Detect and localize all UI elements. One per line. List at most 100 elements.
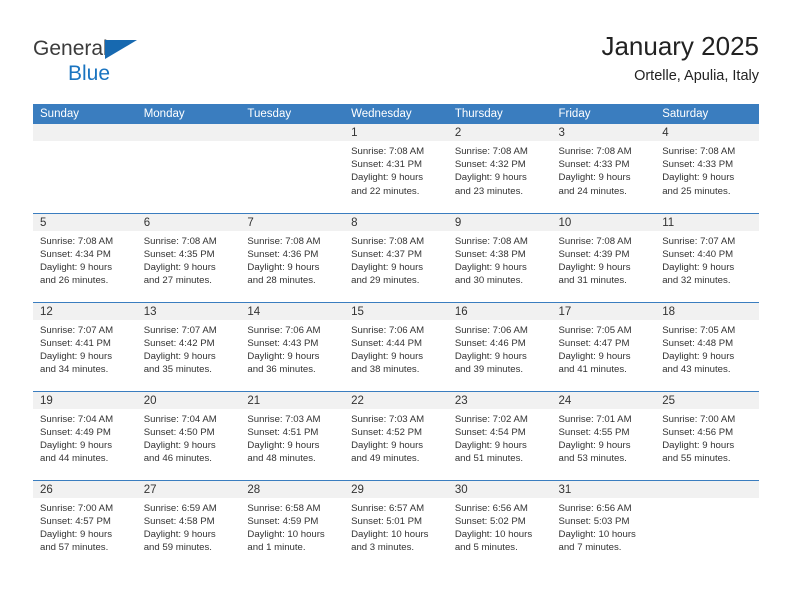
day-number: 22 <box>344 391 448 409</box>
page-subtitle: Ortelle, Apulia, Italy <box>634 68 759 84</box>
calendar-day-cell[interactable]: 16 Sunrise: 7:06 AM Sunset: 4:46 PM Dayligh… <box>447 301 552 391</box>
day-number <box>655 480 759 498</box>
daylight-text-line2: and 46 minutes. <box>143 453 212 465</box>
day-number: 25 <box>655 391 759 409</box>
day-number: 15 <box>344 302 448 320</box>
logo-word-blue: Blue <box>68 62 111 85</box>
day-number: 17 <box>551 302 656 320</box>
daylight-text-line2: and 59 minutes. <box>143 542 212 554</box>
calendar-day-cell[interactable]: 20 Sunrise: 7:04 AM Sunset: 4:50 PM Dayligh… <box>136 390 241 480</box>
calendar-day-cell[interactable]: 21 Sunrise: 7:03 AM Sunset: 4:51 PM Dayligh… <box>240 390 345 480</box>
calendar-day-cell[interactable]: 8 Sunrise: 7:08 AM Sunset: 4:37 PM Daylight… <box>344 212 448 302</box>
sunset-text: Sunset: 4:49 PM <box>40 426 111 438</box>
calendar-day-cell[interactable]: 12 Sunrise: 7:07 AM Sunset: 4:41 PM Dayligh… <box>33 301 137 391</box>
sunrise-text: Sunrise: 7:08 AM <box>558 235 632 247</box>
daylight-text-line2: and 25 minutes. <box>662 185 731 197</box>
sunrise-text: Sunrise: 7:08 AM <box>558 146 632 157</box>
day-number: 27 <box>136 480 241 498</box>
calendar-day-cell[interactable]: 4 Sunrise: 7:08 AM Sunset: 4:33 PM Daylight… <box>655 124 759 213</box>
sunrise-text: Sunrise: 7:07 AM <box>662 235 736 247</box>
day-details: Sunrise: 7:03 AM Sunset: 4:52 PM Daylight:… <box>344 409 448 466</box>
calendar-day-cell[interactable]: 18 Sunrise: 7:05 AM Sunset: 4:48 PM Dayligh… <box>655 301 759 391</box>
calendar-day-cell[interactable]: 22 Sunrise: 7:03 AM Sunset: 4:52 PM Dayligh… <box>344 390 448 480</box>
day-details: Sunrise: 6:56 AM Sunset: 5:02 PM Daylight:… <box>448 498 552 555</box>
daylight-text-line2: and 28 minutes. <box>247 275 316 287</box>
daylight-text-line1: Daylight: 9 hours <box>351 261 424 273</box>
daylight-text-line1: Daylight: 9 hours <box>662 350 735 362</box>
calendar-day-cell[interactable]: 25 Sunrise: 7:00 AM Sunset: 4:56 PM Dayligh… <box>655 390 759 480</box>
sunrise-text: Sunrise: 7:08 AM <box>662 146 736 157</box>
sunrise-text: Sunrise: 7:06 AM <box>351 324 425 336</box>
daylight-text-line2: and 36 minutes. <box>247 364 316 376</box>
day-details: Sunrise: 7:06 AM Sunset: 4:43 PM Daylight:… <box>240 320 344 377</box>
calendar-day-cell[interactable]: 19 Sunrise: 7:04 AM Sunset: 4:49 PM Dayligh… <box>33 390 137 480</box>
sunrise-text: Sunrise: 6:58 AM <box>247 502 321 514</box>
sunrise-text: Sunrise: 7:02 AM <box>454 413 528 425</box>
day-number: 6 <box>136 213 241 231</box>
daylight-text-line2: and 31 minutes. <box>558 275 627 287</box>
sunrise-text: Sunrise: 7:00 AM <box>662 413 736 425</box>
calendar-day-cell[interactable]: 3 Sunrise: 7:08 AM Sunset: 4:33 PM Daylight… <box>551 124 656 213</box>
general-blue-logo[interactable]: General Blue <box>33 38 163 94</box>
calendar-day-cell[interactable]: 6 Sunrise: 7:08 AM Sunset: 4:35 PM Daylight… <box>136 212 241 302</box>
calendar-day-cell[interactable]: 2 Sunrise: 7:08 AM Sunset: 4:32 PM Daylight… <box>447 124 552 213</box>
calendar-day-cell[interactable]: 23 Sunrise: 7:02 AM Sunset: 4:54 PM Dayligh… <box>447 390 552 480</box>
day-details: Sunrise: 7:08 AM Sunset: 4:32 PM Daylight:… <box>448 141 552 198</box>
calendar-week-row: 1 Sunrise: 7:08 AM Sunset: 4:31 PM Daylight… <box>33 124 759 213</box>
calendar-day-cell[interactable]: 28 Sunrise: 6:58 AM Sunset: 4:59 PM Dayligh… <box>240 479 345 569</box>
calendar-day-cell[interactable]: 1 Sunrise: 7:08 AM Sunset: 4:31 PM Daylight… <box>344 124 448 213</box>
calendar-day-cell[interactable]: 11 Sunrise: 7:07 AM Sunset: 4:40 PM Dayligh… <box>655 212 759 302</box>
sunset-text: Sunset: 4:52 PM <box>351 426 423 438</box>
daylight-text-line2: and 55 minutes. <box>662 453 731 465</box>
day-number: 12 <box>33 302 137 320</box>
daylight-text-line1: Daylight: 9 hours <box>454 172 527 184</box>
day-details: Sunrise: 7:07 AM Sunset: 4:41 PM Daylight:… <box>33 320 137 377</box>
calendar-day-cell-empty <box>136 124 241 213</box>
calendar-day-cell[interactable]: 31 Sunrise: 6:56 AM Sunset: 5:03 PM Dayligh… <box>551 479 656 569</box>
daylight-text-line2: and 7 minutes. <box>558 542 622 554</box>
calendar-day-cell[interactable]: 5 Sunrise: 7:08 AM Sunset: 4:34 PM Daylight… <box>33 212 137 302</box>
day-details: Sunrise: 7:08 AM Sunset: 4:34 PM Daylight:… <box>33 231 137 288</box>
day-details: Sunrise: 7:07 AM Sunset: 4:40 PM Daylight:… <box>655 231 759 288</box>
daylight-text-line1: Daylight: 9 hours <box>351 350 424 362</box>
calendar-day-cell[interactable]: 14 Sunrise: 7:06 AM Sunset: 4:43 PM Dayligh… <box>240 301 345 391</box>
sunrise-text: Sunrise: 7:05 AM <box>662 324 736 336</box>
calendar-day-cell[interactable]: 13 Sunrise: 7:07 AM Sunset: 4:42 PM Dayligh… <box>136 301 241 391</box>
day-number: 24 <box>551 391 656 409</box>
sunset-text: Sunset: 4:56 PM <box>662 426 734 438</box>
day-details: Sunrise: 7:08 AM Sunset: 4:35 PM Daylight:… <box>137 231 241 288</box>
daylight-text-line1: Daylight: 9 hours <box>143 439 216 451</box>
sunset-text: Sunset: 4:47 PM <box>558 337 630 349</box>
calendar-day-cell-empty <box>655 479 759 569</box>
sunrise-text: Sunrise: 7:01 AM <box>558 413 632 425</box>
daylight-text-line1: Daylight: 10 hours <box>351 528 429 540</box>
daylight-text-line1: Daylight: 9 hours <box>454 439 527 451</box>
daylight-text-line2: and 26 minutes. <box>40 275 109 287</box>
calendar-day-cell[interactable]: 26 Sunrise: 7:00 AM Sunset: 4:57 PM Dayligh… <box>33 479 137 569</box>
calendar-day-cell[interactable]: 9 Sunrise: 7:08 AM Sunset: 4:38 PM Daylight… <box>447 212 552 302</box>
calendar-day-cell[interactable]: 15 Sunrise: 7:06 AM Sunset: 4:44 PM Dayligh… <box>344 301 448 391</box>
calendar-day-cell[interactable]: 7 Sunrise: 7:08 AM Sunset: 4:36 PM Daylight… <box>240 212 345 302</box>
sunset-text: Sunset: 4:51 PM <box>247 426 319 438</box>
daylight-text-line2: and 3 minutes. <box>351 542 415 554</box>
daylight-text-line1: Daylight: 9 hours <box>40 261 112 273</box>
calendar-day-cell[interactable]: 24 Sunrise: 7:01 AM Sunset: 4:55 PM Dayligh… <box>551 390 656 480</box>
calendar-day-cell-empty <box>33 124 137 213</box>
daylight-text-line1: Daylight: 9 hours <box>351 172 424 184</box>
calendar-day-cell[interactable]: 29 Sunrise: 6:57 AM Sunset: 5:01 PM Dayligh… <box>344 479 448 569</box>
calendar-day-cell[interactable]: 10 Sunrise: 7:08 AM Sunset: 4:39 PM Dayligh… <box>551 212 656 302</box>
day-number: 30 <box>447 480 552 498</box>
day-details: Sunrise: 7:06 AM Sunset: 4:46 PM Daylight:… <box>448 320 552 377</box>
calendar-day-cell[interactable]: 30 Sunrise: 6:56 AM Sunset: 5:02 PM Dayligh… <box>447 479 552 569</box>
calendar-day-cell[interactable]: 17 Sunrise: 7:05 AM Sunset: 4:47 PM Dayligh… <box>551 301 656 391</box>
daylight-text-line1: Daylight: 9 hours <box>143 528 216 540</box>
weekday-header-monday: Monday <box>136 104 241 124</box>
weekday-header-friday: Friday <box>551 104 656 124</box>
sunrise-text: Sunrise: 7:03 AM <box>351 413 425 425</box>
daylight-text-line1: Daylight: 10 hours <box>558 528 636 540</box>
day-number: 9 <box>447 213 552 231</box>
calendar-day-cell[interactable]: 27 Sunrise: 6:59 AM Sunset: 4:58 PM Dayligh… <box>136 479 241 569</box>
day-number: 1 <box>344 124 448 141</box>
daylight-text-line1: Daylight: 9 hours <box>558 350 631 362</box>
sunrise-text: Sunrise: 7:05 AM <box>558 324 632 336</box>
